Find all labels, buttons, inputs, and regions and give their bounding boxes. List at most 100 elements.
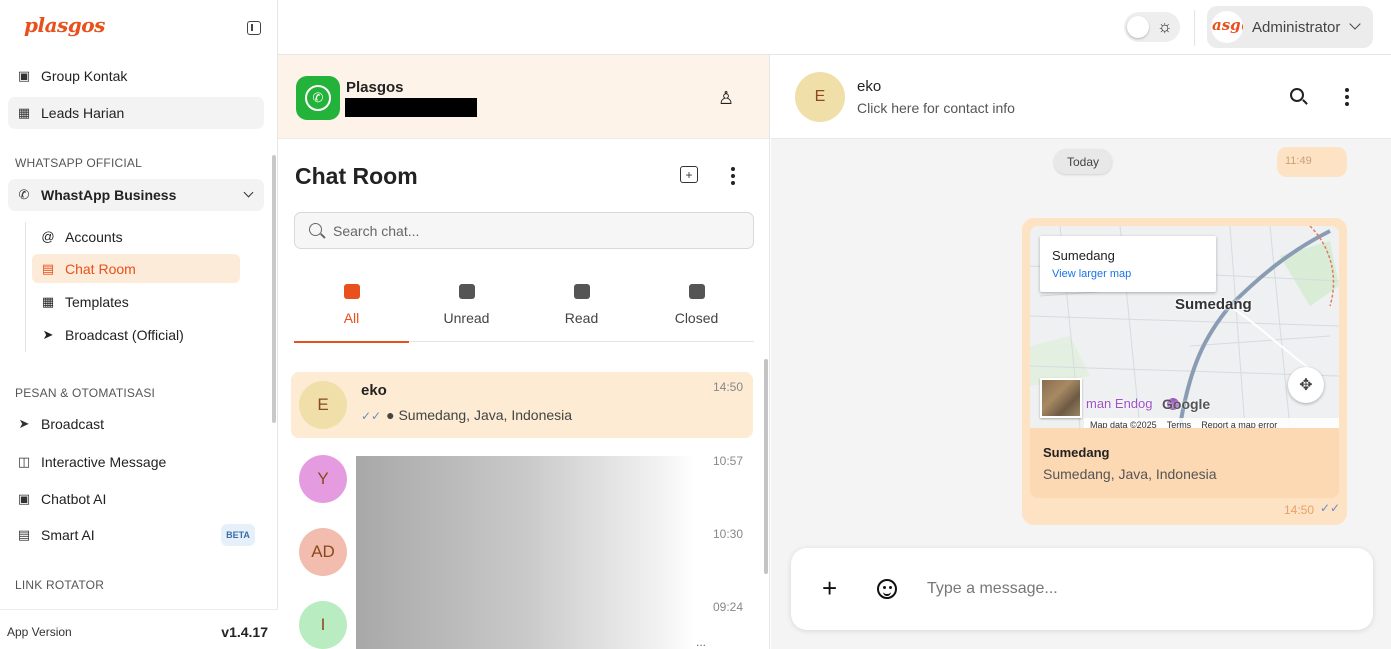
section-label-link-rotator: LINK ROTATOR bbox=[15, 578, 105, 592]
sidebar-item-chat-room[interactable]: ▤ Chat Room bbox=[32, 254, 240, 283]
embedded-map[interactable]: Sumedang View larger map Sumedang ✥ man … bbox=[1030, 226, 1339, 428]
sidebar-item-templates[interactable]: ▦ Templates bbox=[32, 287, 240, 316]
tab-all[interactable]: All bbox=[294, 277, 409, 343]
tab-label: Read bbox=[564, 310, 599, 326]
user-name: Administrator bbox=[1252, 19, 1341, 36]
sidebar-item-broadcast[interactable]: ➤ Broadcast bbox=[8, 408, 264, 440]
chat-list-item[interactable]: E eko 14:50 ✓✓ ● Sumedang, Java, Indonesi… bbox=[291, 372, 753, 438]
sidebar-item-group-kontak[interactable]: ▣ Group Kontak bbox=[8, 60, 264, 92]
sidebar-item-whatsapp-business[interactable]: ✆ WhastApp Business bbox=[8, 179, 264, 211]
location-pin-icon: ● bbox=[386, 407, 399, 423]
map-card-title: Sumedang bbox=[1052, 248, 1115, 263]
tab-closed[interactable]: Closed bbox=[639, 277, 754, 342]
map-terms-link[interactable]: Terms bbox=[1167, 420, 1192, 428]
app-version-value: v1.4.17 bbox=[221, 624, 268, 640]
conversation-header[interactable]: E eko Click here for contact info bbox=[771, 55, 1391, 139]
avatar: AD bbox=[299, 528, 347, 576]
map-footer: Map data ©2025 Terms Report a map error bbox=[1084, 418, 1339, 428]
chats-icon bbox=[344, 284, 360, 299]
avatar: E bbox=[299, 381, 347, 429]
search-icon[interactable] bbox=[1290, 88, 1304, 102]
whatsapp-icon: ✆ bbox=[18, 187, 30, 202]
sidebar-item-leads-harian[interactable]: ▦ Leads Harian bbox=[8, 97, 264, 129]
location-details bbox=[1030, 428, 1339, 498]
sidebar: plasgos ▣ Group Kontak ▦ Leads Harian WH… bbox=[0, 0, 278, 649]
chevron-down-icon bbox=[1349, 18, 1361, 30]
chat-list-scrollbar[interactable] bbox=[764, 359, 768, 574]
user-menu-button[interactable]: asg( Administrator bbox=[1207, 6, 1373, 48]
satellite-toggle[interactable] bbox=[1040, 378, 1082, 418]
sticker-icon[interactable] bbox=[877, 579, 897, 599]
avatar-logo-text: asg( bbox=[1212, 16, 1243, 34]
device-header: ✆ Plasgos ♙ bbox=[278, 55, 769, 139]
chat-time: 10:57 bbox=[712, 454, 743, 468]
contact-group-icon: ▣ bbox=[17, 68, 31, 83]
tab-label: Unread bbox=[443, 310, 490, 326]
redacted-phone-number bbox=[345, 98, 477, 117]
chat-room-menu-icon[interactable] bbox=[731, 167, 735, 185]
calendar-icon: ▦ bbox=[17, 105, 31, 120]
page-title: Chat Room bbox=[295, 163, 418, 189]
closed-icon bbox=[689, 284, 705, 299]
new-chat-icon[interactable]: + bbox=[680, 166, 698, 183]
location-message-bubble: Sumedang View larger map Sumedang ✥ man … bbox=[1022, 218, 1347, 525]
sidebar-item-label: Interactive Message bbox=[41, 454, 167, 470]
contact-info-hint: Click here for contact info bbox=[857, 100, 1015, 116]
chat-icon: ▤ bbox=[41, 260, 55, 276]
message-composer: + bbox=[791, 548, 1373, 630]
contact-name: eko bbox=[857, 78, 882, 95]
map-place-label: man Endog bbox=[1086, 396, 1153, 411]
view-larger-map-link[interactable]: View larger map bbox=[1052, 268, 1131, 280]
sidebar-item-label: Accounts bbox=[65, 228, 123, 245]
sidebar-header: plasgos bbox=[0, 0, 278, 54]
topbar: ☼ asg( Administrator bbox=[278, 0, 1391, 55]
map-city-label: Sumedang bbox=[1175, 296, 1252, 313]
conversation-menu-icon[interactable] bbox=[1345, 88, 1349, 106]
attach-plus-icon[interactable]: + bbox=[822, 575, 837, 601]
chat-filter-tabs: All Unread Read Closed bbox=[294, 277, 754, 343]
section-label-pesan: PESAN & OTOMATISASI bbox=[15, 386, 156, 400]
sidebar-item-chatbot-ai[interactable]: ▣ Chatbot AI bbox=[8, 483, 264, 515]
sidebar-collapse-icon[interactable] bbox=[247, 21, 261, 35]
at-icon: @ bbox=[41, 229, 55, 244]
sidebar-item-accounts[interactable]: @ Accounts bbox=[32, 222, 240, 251]
map-fullscreen-icon[interactable]: ✥ bbox=[1288, 367, 1324, 403]
theme-toggle[interactable]: ☼ bbox=[1124, 12, 1180, 42]
sidebar-item-interactive-message[interactable]: ◫ Interactive Message bbox=[8, 446, 264, 478]
template-icon: ▦ bbox=[41, 293, 55, 309]
sidebar-scrollbar[interactable] bbox=[272, 155, 276, 423]
chat-preview: ✓✓ ● Sumedang, Java, Indonesia bbox=[361, 407, 572, 423]
sidebar-item-label: Chat Room bbox=[65, 260, 136, 277]
sidebar-item-broadcast-official[interactable]: ➤ Broadcast (Official) bbox=[32, 320, 240, 349]
beta-badge: BETA bbox=[221, 524, 255, 546]
day-separator: Today bbox=[1054, 149, 1112, 174]
chat-time: 14:50 bbox=[712, 380, 743, 394]
sun-icon: ☼ bbox=[1157, 17, 1173, 36]
sidebar-item-label: Leads Harian bbox=[41, 105, 125, 121]
unread-icon bbox=[459, 284, 475, 299]
avatar: Y bbox=[299, 455, 347, 503]
tab-read[interactable]: Read bbox=[524, 277, 639, 342]
blurred-chat-previews bbox=[356, 456, 694, 649]
tab-label: All bbox=[343, 310, 360, 326]
chat-time: 09:24 bbox=[712, 600, 743, 614]
send-icon: ➤ bbox=[18, 416, 30, 431]
sidebar-item-label: Chatbot AI bbox=[41, 491, 107, 507]
app-logo[interactable]: plasgos bbox=[24, 13, 105, 37]
search-chat-input[interactable] bbox=[333, 221, 733, 241]
sidebar-item-label: Broadcast bbox=[41, 416, 105, 432]
sidebar-item-label: Group Kontak bbox=[41, 68, 128, 84]
google-logo: Google bbox=[1162, 396, 1211, 412]
message-input[interactable] bbox=[927, 578, 1347, 600]
app-version-label: App Version bbox=[7, 625, 72, 639]
read-icon bbox=[574, 284, 590, 299]
submenu-guide-line bbox=[25, 222, 26, 352]
switch-device-icon[interactable]: ♙ bbox=[718, 88, 734, 109]
device-name: Plasgos bbox=[346, 79, 404, 96]
map-report-link[interactable]: Report a map error bbox=[1201, 420, 1277, 428]
message-time: 11:49 bbox=[1285, 155, 1312, 167]
tab-unread[interactable]: Unread bbox=[409, 277, 524, 342]
tab-label: Closed bbox=[674, 310, 719, 326]
map-info-card: Sumedang View larger map bbox=[1040, 236, 1216, 292]
location-title: Sumedang bbox=[1043, 445, 1110, 460]
